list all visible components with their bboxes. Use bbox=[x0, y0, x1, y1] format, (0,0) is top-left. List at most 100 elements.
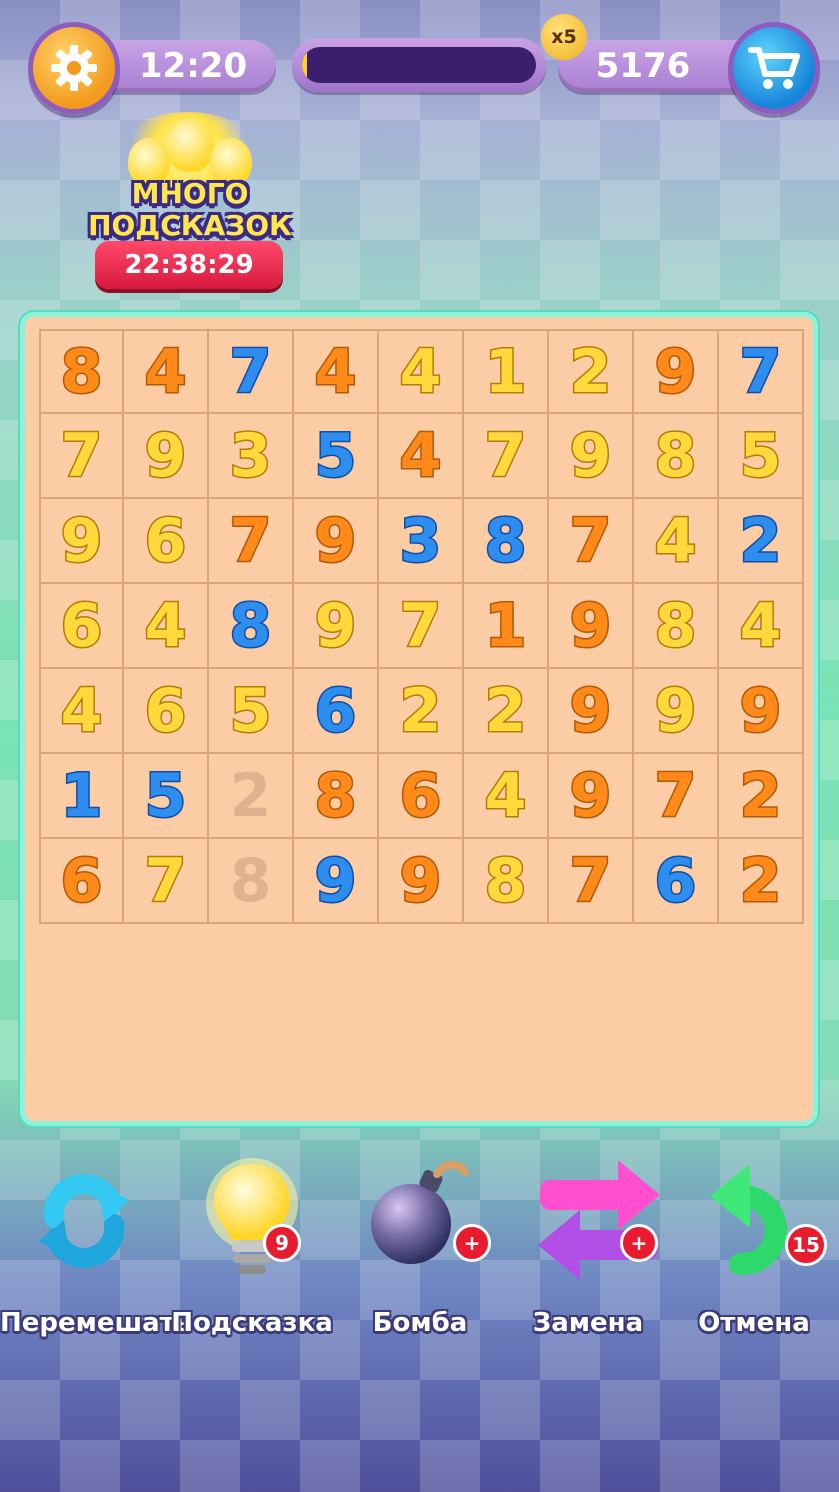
lightbulb-icon bbox=[166, 118, 214, 172]
number-cell[interactable]: 2 bbox=[464, 669, 549, 754]
number-cell[interactable]: 1 bbox=[464, 584, 549, 669]
number-cell[interactable]: 6 bbox=[39, 584, 124, 669]
number-cell[interactable]: 7 bbox=[634, 754, 719, 839]
lightbulb-icon bbox=[206, 1158, 298, 1274]
number-grid: 8474412977935479859679387426489719844656… bbox=[39, 329, 804, 924]
promo-countdown: 22:38:29 bbox=[95, 241, 283, 289]
number-cell[interactable]: 9 bbox=[549, 584, 634, 669]
shop-button[interactable] bbox=[728, 22, 820, 114]
number-cell[interactable]: 4 bbox=[379, 329, 464, 414]
number-cell[interactable]: 2 bbox=[719, 499, 804, 584]
number-cell[interactable]: 9 bbox=[124, 414, 209, 499]
number-cell[interactable]: 2 bbox=[379, 669, 464, 754]
swap-arrows-icon bbox=[538, 1160, 660, 1280]
number-cell[interactable]: 8 bbox=[294, 754, 379, 839]
hints-promo[interactable]: МНОГО ПОДСКАЗОК 22:38:29 bbox=[80, 108, 300, 298]
number-cell[interactable]: 8 bbox=[634, 414, 719, 499]
number-cell[interactable]: 9 bbox=[294, 499, 379, 584]
undo-arrow-icon bbox=[710, 1164, 788, 1276]
number-cell[interactable]: 2 bbox=[209, 754, 294, 839]
progress-fill bbox=[302, 47, 307, 83]
number-cell[interactable]: 2 bbox=[719, 839, 804, 924]
number-cell[interactable]: 5 bbox=[294, 414, 379, 499]
number-cell[interactable]: 9 bbox=[39, 499, 124, 584]
number-cell[interactable]: 3 bbox=[209, 414, 294, 499]
number-cell[interactable]: 2 bbox=[549, 329, 634, 414]
level-progress-bar bbox=[292, 38, 546, 92]
cart-icon bbox=[748, 47, 800, 89]
number-cell[interactable]: 9 bbox=[634, 669, 719, 754]
number-cell[interactable]: 9 bbox=[549, 754, 634, 839]
number-cell[interactable]: 5 bbox=[719, 414, 804, 499]
number-cell[interactable]: 4 bbox=[634, 499, 719, 584]
settings-button[interactable] bbox=[28, 22, 120, 114]
number-cell[interactable]: 5 bbox=[209, 669, 294, 754]
number-cell[interactable]: 9 bbox=[549, 414, 634, 499]
number-cell[interactable]: 4 bbox=[124, 329, 209, 414]
number-cell[interactable]: 5 bbox=[124, 754, 209, 839]
number-cell[interactable]: 1 bbox=[39, 754, 124, 839]
undo-button[interactable]: 15 Отмена bbox=[670, 1148, 838, 1348]
number-cell[interactable]: 6 bbox=[379, 754, 464, 839]
shuffle-icon bbox=[38, 1174, 130, 1268]
game-board: 8474412977935479859679387426489719844656… bbox=[20, 312, 818, 1126]
shuffle-button[interactable]: Перемешать bbox=[0, 1148, 192, 1348]
number-cell[interactable]: 9 bbox=[294, 584, 379, 669]
bomb-buy-badge[interactable]: + bbox=[453, 1224, 491, 1262]
number-cell[interactable]: 7 bbox=[464, 414, 549, 499]
promo-title: МНОГО ПОДСКАЗОК bbox=[80, 178, 300, 242]
number-cell[interactable]: 6 bbox=[294, 669, 379, 754]
number-cell[interactable]: 1 bbox=[464, 329, 549, 414]
number-cell[interactable]: 8 bbox=[39, 329, 124, 414]
number-cell[interactable]: 8 bbox=[209, 584, 294, 669]
gear-icon bbox=[51, 45, 97, 91]
undo-count-badge: 15 bbox=[785, 1224, 827, 1266]
number-cell[interactable]: 6 bbox=[124, 669, 209, 754]
number-cell[interactable]: 8 bbox=[634, 584, 719, 669]
promo-title-line2: ПОДСКАЗОК bbox=[88, 209, 292, 242]
number-cell[interactable]: 8 bbox=[464, 499, 549, 584]
swap-label: Замена bbox=[532, 1308, 644, 1338]
number-cell[interactable]: 7 bbox=[379, 584, 464, 669]
hint-button[interactable]: 9 Подсказка bbox=[168, 1148, 336, 1348]
number-cell[interactable]: 9 bbox=[379, 839, 464, 924]
number-cell[interactable]: 4 bbox=[379, 414, 464, 499]
bomb-label: Бомба bbox=[372, 1308, 468, 1338]
number-cell[interactable]: 2 bbox=[719, 754, 804, 839]
bomb-icon bbox=[371, 1160, 469, 1264]
number-cell[interactable]: 7 bbox=[209, 499, 294, 584]
bomb-button[interactable]: + Бомба bbox=[336, 1148, 504, 1348]
number-cell[interactable]: 7 bbox=[124, 839, 209, 924]
level-timer: 12:20 bbox=[138, 46, 248, 86]
number-cell[interactable]: 7 bbox=[549, 499, 634, 584]
number-cell[interactable]: 7 bbox=[549, 839, 634, 924]
number-cell[interactable]: 8 bbox=[209, 839, 294, 924]
undo-label: Отмена bbox=[698, 1308, 810, 1338]
number-cell[interactable]: 7 bbox=[719, 329, 804, 414]
number-cell[interactable]: 6 bbox=[124, 499, 209, 584]
number-cell[interactable]: 8 bbox=[464, 839, 549, 924]
number-cell[interactable]: 6 bbox=[634, 839, 719, 924]
swap-button[interactable]: + Замена bbox=[504, 1148, 672, 1348]
number-cell[interactable]: 9 bbox=[634, 329, 719, 414]
number-cell[interactable]: 7 bbox=[209, 329, 294, 414]
number-cell[interactable]: 4 bbox=[39, 669, 124, 754]
number-cell[interactable]: 9 bbox=[549, 669, 634, 754]
multiplier-badge: x5 bbox=[541, 14, 587, 60]
number-cell[interactable]: 6 bbox=[39, 839, 124, 924]
number-cell[interactable]: 4 bbox=[294, 329, 379, 414]
number-cell[interactable]: 7 bbox=[39, 414, 124, 499]
coins-count: 5176 bbox=[595, 46, 691, 86]
number-cell[interactable]: 3 bbox=[379, 499, 464, 584]
swap-buy-badge[interactable]: + bbox=[620, 1224, 658, 1262]
number-cell[interactable]: 9 bbox=[294, 839, 379, 924]
progress-track bbox=[302, 47, 536, 83]
hint-label: Подсказка bbox=[171, 1308, 333, 1338]
hint-count-badge: 9 bbox=[263, 1224, 301, 1262]
shuffle-label: Перемешать bbox=[0, 1308, 192, 1338]
number-cell[interactable]: 9 bbox=[719, 669, 804, 754]
number-cell[interactable]: 4 bbox=[124, 584, 209, 669]
number-cell[interactable]: 4 bbox=[719, 584, 804, 669]
number-cell[interactable]: 4 bbox=[464, 754, 549, 839]
promo-title-line1: МНОГО bbox=[131, 177, 249, 210]
